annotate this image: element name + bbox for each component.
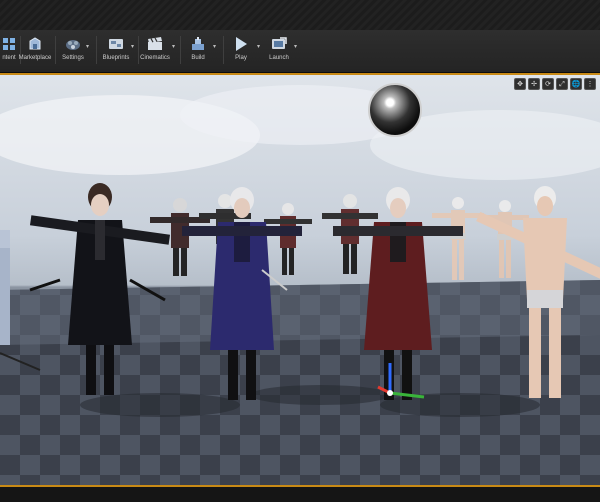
blueprints-label: Blueprints xyxy=(102,55,130,61)
blueprints-icon xyxy=(107,35,125,53)
launch-dropdown-icon[interactable]: ▾ xyxy=(294,43,297,50)
content-label: ntent xyxy=(2,55,16,61)
main-toolbar: ntent Marketplace Settings ▾ Blueprints … xyxy=(0,30,600,73)
build-icon xyxy=(189,35,207,53)
settings-dropdown-icon[interactable]: ▾ xyxy=(86,43,89,50)
toolbar-separator xyxy=(96,36,97,64)
play-button[interactable]: Play xyxy=(226,32,256,70)
world-icon[interactable]: 🌐 xyxy=(570,78,582,90)
transform-icon[interactable]: ✥ xyxy=(514,78,526,90)
cinematics-button[interactable]: Cinematics xyxy=(138,32,172,70)
launch-button[interactable]: Launch xyxy=(264,32,294,70)
viewport-border-bottom xyxy=(0,485,600,502)
rotate-icon[interactable]: ⟳ xyxy=(542,78,554,90)
sky-sphere-reflection xyxy=(368,83,422,137)
settings-button[interactable]: Settings xyxy=(58,32,88,70)
play-label: Play xyxy=(235,55,247,61)
viewport-toolbar: ✥ ✢ ⟳ ⤢ 🌐 ⋮ xyxy=(514,78,596,90)
toolbar-separator xyxy=(180,36,181,64)
build-button[interactable]: Build xyxy=(184,32,212,70)
blueprints-dropdown-icon[interactable]: ▾ xyxy=(131,43,134,50)
marketplace-button[interactable]: Marketplace xyxy=(18,32,52,70)
translate-icon[interactable]: ✢ xyxy=(528,78,540,90)
settings-label: Settings xyxy=(62,55,84,61)
marketplace-icon xyxy=(26,35,44,53)
settings-icon xyxy=(64,35,82,53)
play-dropdown-icon[interactable]: ▾ xyxy=(257,43,260,50)
cinematics-dropdown-icon[interactable]: ▾ xyxy=(172,43,175,50)
level-viewport[interactable]: ✥ ✢ ⟳ ⤢ 🌐 ⋮ xyxy=(0,75,600,485)
build-dropdown-icon[interactable]: ▾ xyxy=(213,43,216,50)
content-icon xyxy=(0,35,18,53)
launch-label: Launch xyxy=(269,55,289,61)
scene-render xyxy=(0,85,600,485)
title-strip xyxy=(0,0,600,30)
play-icon xyxy=(232,35,250,53)
content-button[interactable]: ntent xyxy=(0,32,18,70)
toolbar-separator xyxy=(223,36,224,64)
cinematics-icon xyxy=(146,35,164,53)
more-icon[interactable]: ⋮ xyxy=(584,78,596,90)
toolbar-separator xyxy=(55,36,56,64)
scale-icon[interactable]: ⤢ xyxy=(556,78,568,90)
launch-icon xyxy=(270,35,288,53)
cinematics-label: Cinematics xyxy=(140,55,170,61)
marketplace-label: Marketplace xyxy=(18,55,52,61)
build-label: Build xyxy=(191,55,205,61)
blueprints-button[interactable]: Blueprints xyxy=(100,32,132,70)
